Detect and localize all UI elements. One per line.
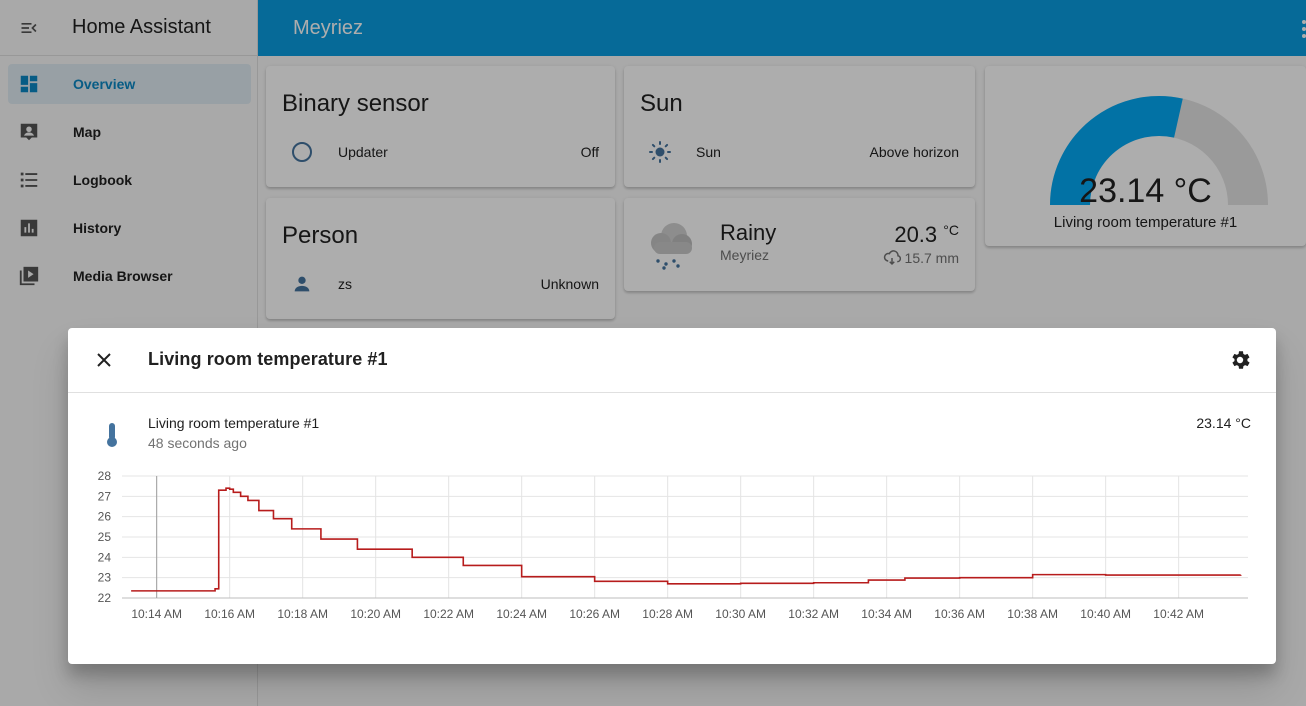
series-line-0 bbox=[131, 487, 1242, 592]
y-tick-label: 22 bbox=[98, 591, 112, 605]
y-tick-label: 26 bbox=[98, 510, 112, 524]
x-tick-label: 10:34 AM bbox=[861, 607, 912, 621]
y-tick-label: 25 bbox=[98, 530, 112, 544]
app-root: Home Assistant Overview Map Logbook Hist… bbox=[0, 0, 1306, 706]
y-tick-label: 24 bbox=[98, 550, 112, 564]
x-tick-label: 10:40 AM bbox=[1080, 607, 1131, 621]
x-tick-label: 10:42 AM bbox=[1153, 607, 1204, 621]
y-tick-label: 28 bbox=[98, 469, 112, 483]
x-tick-label: 10:22 AM bbox=[423, 607, 474, 621]
x-tick-label: 10:38 AM bbox=[1007, 607, 1058, 621]
x-tick-label: 10:28 AM bbox=[642, 607, 693, 621]
y-tick-label: 23 bbox=[98, 571, 112, 585]
x-tick-label: 10:30 AM bbox=[715, 607, 766, 621]
x-tick-label: 10:16 AM bbox=[204, 607, 255, 621]
x-tick-label: 10:32 AM bbox=[788, 607, 839, 621]
history-chart[interactable]: 22 23 24 25 26 27 28 10:14 AM 10:16 AM 10:18 AM 10… bbox=[68, 328, 1276, 664]
x-tick-label: 10:20 AM bbox=[350, 607, 401, 621]
x-tick-label: 10:24 AM bbox=[496, 607, 547, 621]
x-tick-label: 10:36 AM bbox=[934, 607, 985, 621]
more-info-dialog: Living room temperature #1 Living room t… bbox=[68, 328, 1276, 664]
y-tick-label: 27 bbox=[98, 489, 112, 503]
x-tick-label: 10:26 AM bbox=[569, 607, 620, 621]
x-tick-label: 10:14 AM bbox=[131, 607, 182, 621]
x-tick-label: 10:18 AM bbox=[277, 607, 328, 621]
